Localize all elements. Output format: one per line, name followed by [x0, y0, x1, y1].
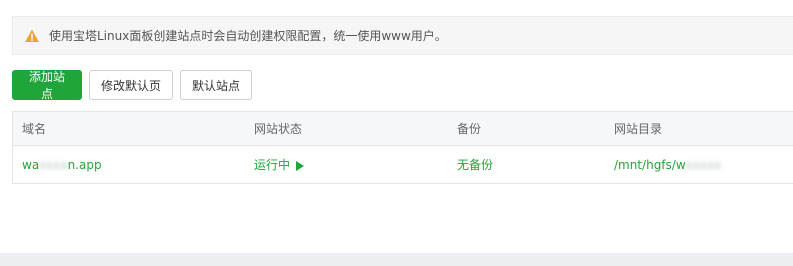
domain-prefix: wa: [22, 157, 40, 172]
edit-default-page-button[interactable]: 修改默认页: [89, 70, 174, 100]
redacted-text: xxxx: [39, 157, 68, 172]
header-status[interactable]: 网站状态: [254, 120, 302, 137]
header-directory[interactable]: 网站目录: [614, 120, 662, 137]
add-site-button[interactable]: 添加站点: [12, 70, 82, 101]
header-backup[interactable]: 备份: [457, 120, 481, 137]
footer-band: [0, 253, 793, 266]
header-domain[interactable]: 域名: [22, 120, 46, 137]
play-icon: [296, 160, 305, 171]
site-directory-link[interactable]: /mnt/hgfs/wxxxxx: [614, 158, 721, 172]
default-site-button[interactable]: 默认站点: [180, 70, 253, 100]
site-backup-link[interactable]: 无备份: [457, 156, 493, 173]
domain-suffix: n.app: [67, 157, 102, 172]
site-table: 域名 网站状态 备份 网站目录 waxxxxn.app 运行中 无备份 /mnt…: [12, 111, 793, 184]
site-status-toggle[interactable]: 运行中: [254, 156, 305, 173]
status-text: 运行中: [254, 158, 291, 172]
redacted-text: xxxxx: [685, 157, 722, 172]
table-header: 域名 网站状态 备份 网站目录: [13, 112, 793, 146]
notice-text: 使用宝塔Linux面板创建站点时会自动创建权限配置，统一使用www用户。: [49, 29, 447, 43]
directory-prefix: /mnt/hgfs/w: [614, 157, 686, 172]
site-domain-link[interactable]: waxxxxn.app: [22, 158, 102, 172]
table-row: waxxxxn.app 运行中 无备份 /mnt/hgfs/wxxxxx: [13, 146, 793, 183]
warning-icon: [24, 28, 40, 44]
site-toolbar: 添加站点 修改默认页 默认站点: [12, 70, 253, 101]
permission-notice: 使用宝塔Linux面板创建站点时会自动创建权限配置，统一使用www用户。: [12, 16, 793, 55]
